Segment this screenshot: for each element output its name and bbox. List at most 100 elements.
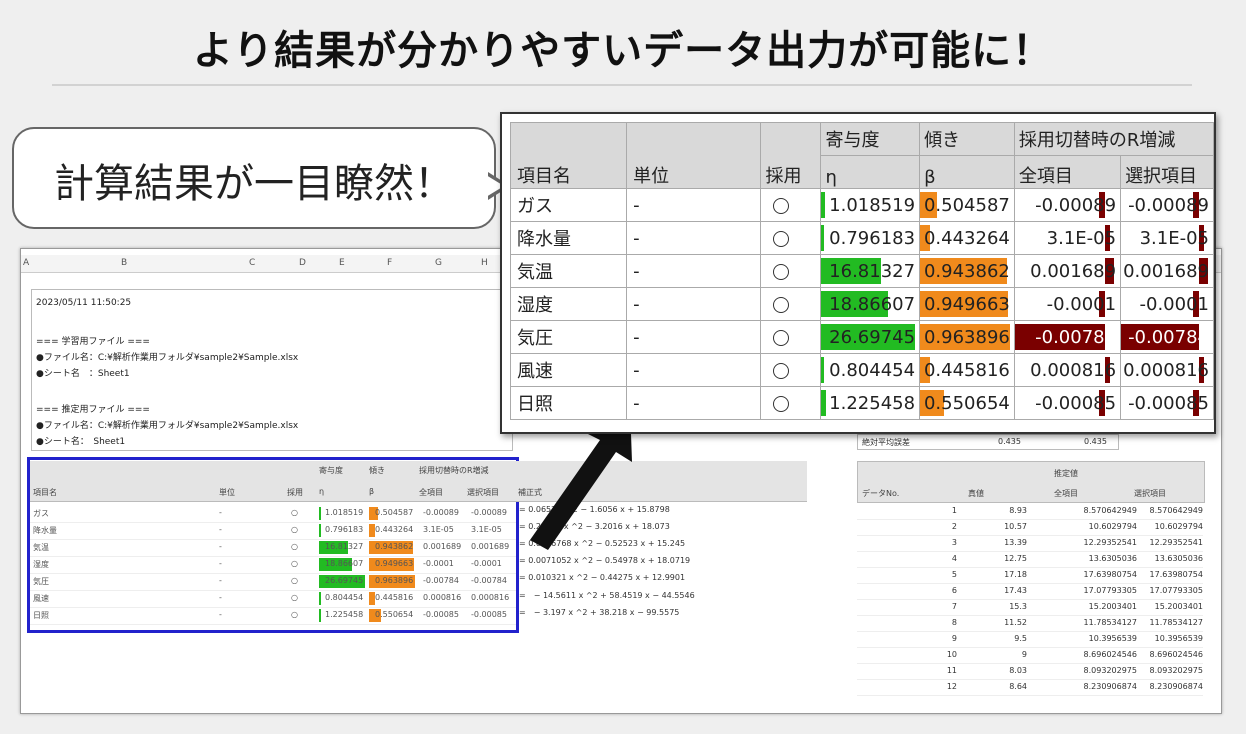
cell-r-all-value: -0.0001: [1046, 293, 1117, 315]
cell-unit-value: -: [633, 260, 640, 282]
adopt-circle-icon[interactable]: [773, 263, 790, 280]
estimate-cell-no: 12: [946, 682, 957, 691]
cell-slope-value: 0.504587: [923, 194, 1010, 216]
estimate-cell-sel: 15.2003401: [1154, 602, 1203, 611]
cell-contribution-value: 0.804454: [829, 359, 916, 381]
cell-adopt[interactable]: [760, 386, 822, 420]
cell-adopt[interactable]: [760, 320, 822, 354]
estimate-cell-actual: 9.5: [1014, 634, 1027, 643]
column-letter[interactable]: H: [481, 258, 488, 268]
estimate-cell-sel: 10.3956539: [1154, 634, 1203, 643]
estimate-cell-no: 4: [951, 554, 957, 563]
cell-r-all: -0.00085: [1013, 386, 1122, 420]
estimate-cell-sel: 10.6029794: [1154, 522, 1203, 531]
cell-item-name-value: 風速: [517, 361, 553, 382]
cell-r-all-value: 0.001689: [1030, 260, 1117, 282]
column-letter[interactable]: C: [249, 258, 255, 268]
estimate-cell-actual: 9: [1021, 650, 1027, 659]
adopt-circle-icon[interactable]: [773, 197, 790, 214]
log-line: === 学習用ファイル ===: [36, 337, 150, 347]
estimate-cell-all: 10.3956539: [1088, 634, 1137, 643]
cell-r-selected: -0.00085: [1120, 386, 1214, 420]
estimate-cell-actual: 8.03: [1009, 666, 1027, 675]
cell-r-selected: -0.00784: [1120, 320, 1214, 354]
cell-item-name: 風速: [509, 353, 628, 387]
cell-adopt[interactable]: [760, 221, 822, 255]
abs-error-label: 絶対平均誤差: [862, 438, 910, 447]
header-item-name: 項目名: [509, 122, 628, 189]
estimate-cell-no: 6: [951, 586, 957, 595]
column-letter[interactable]: A: [23, 258, 29, 268]
cell-adopt[interactable]: [760, 353, 822, 387]
column-letter[interactable]: F: [387, 258, 392, 268]
cell-contribution-value: 16.81327: [829, 260, 916, 282]
log-line: 2023/05/11 11:50:25: [36, 298, 132, 308]
cell-unit-value: -: [633, 227, 640, 249]
contribution-bar: [821, 357, 825, 383]
estimate-cell-sel: 8.696024546: [1149, 650, 1203, 659]
cell-item-name-value: 気圧: [517, 328, 553, 349]
cell-r-all: 3.1E-05: [1013, 221, 1122, 255]
estimate-cell-all: 8.093202975: [1083, 666, 1137, 675]
cell-r-selected: 0.000816: [1120, 353, 1214, 387]
cell-adopt[interactable]: [760, 287, 822, 321]
column-letter[interactable]: G: [435, 258, 442, 268]
cell-item-name: 気圧: [509, 320, 628, 354]
header-all-items: 全項目: [1013, 155, 1122, 189]
cell-item-name: 気温: [509, 254, 628, 288]
column-letter[interactable]: B: [121, 258, 127, 268]
cell-item-name-value: 湿度: [517, 295, 553, 316]
estimate-cell-no: 8: [951, 618, 957, 627]
cell-slope: 0.949663: [919, 287, 1015, 321]
callout-bubble: 計算結果が一目瞭然！: [12, 127, 496, 229]
cell-r-selected-value: 0.001689: [1123, 260, 1209, 282]
cell-item-name-value: ガス: [517, 196, 553, 217]
adopt-circle-icon[interactable]: [773, 395, 790, 412]
estimate-cell-all: 8.230906874: [1083, 682, 1137, 691]
log-line: ●シート名 ：Sheet1: [36, 369, 130, 379]
estimate-cell-actual: 17.43: [1004, 586, 1027, 595]
adopt-circle-icon[interactable]: [773, 362, 790, 379]
cell-contribution: 1.018519: [820, 188, 921, 222]
table-row: ガス - 1.018519 0.504587 -0.00089 -0.00089: [509, 188, 1214, 222]
cell-slope-value: 0.949663: [923, 293, 1010, 315]
column-letter[interactable]: D: [299, 258, 306, 268]
cell-unit: -: [626, 188, 762, 222]
formula-row: = − 14.5611 x ^2 + 58.4519 x − 44.5546: [519, 591, 695, 600]
contribution-bar: [821, 390, 826, 416]
column-letter[interactable]: E: [339, 258, 345, 268]
adopt-circle-icon[interactable]: [773, 296, 790, 313]
cell-item-name: 降水量: [509, 221, 628, 255]
cell-unit: -: [626, 320, 762, 354]
estimate-cell-all: 13.6305036: [1088, 554, 1137, 563]
estimate-cell-no: 7: [951, 602, 957, 611]
cell-item-name-value: 日照: [517, 394, 553, 415]
cell-r-all-value: -0.00085: [1035, 392, 1117, 414]
cell-unit: -: [626, 254, 762, 288]
cell-r-all: 0.000816: [1013, 353, 1122, 387]
cell-slope: 0.504587: [919, 188, 1015, 222]
estimate-cell-no: 5: [951, 570, 957, 579]
estimate-cell-no: 9: [951, 634, 957, 643]
cell-unit-value: -: [633, 293, 640, 315]
estimate-cell-all: 8.696024546: [1083, 650, 1137, 659]
cell-slope-value: 0.550654: [923, 392, 1010, 414]
cell-unit: -: [626, 221, 762, 255]
cell-adopt[interactable]: [760, 188, 822, 222]
formula-row: = 0.0071052 x ^2 − 0.54978 x + 18.0719: [519, 556, 691, 565]
estimate-row: 1 8.93 8.570642949 8.570642949: [857, 503, 1203, 520]
cell-adopt[interactable]: [760, 254, 822, 288]
estimate-cell-all: 17.07793305: [1083, 586, 1137, 595]
cell-item-name: ガス: [509, 188, 628, 222]
cell-slope: 0.943862: [919, 254, 1015, 288]
estimate-row: 10 9 8.696024546 8.696024546: [857, 647, 1203, 664]
cell-unit-value: -: [633, 359, 640, 381]
estimate-cell-no: 3: [951, 538, 957, 547]
adopt-circle-icon[interactable]: [773, 329, 790, 346]
adopt-circle-icon[interactable]: [773, 230, 790, 247]
estimate-row: 9 9.5 10.3956539 10.3956539: [857, 631, 1203, 648]
estimate-cell-no: 1: [951, 506, 957, 515]
cell-contribution-value: 0.796183: [829, 227, 916, 249]
estimate-cell-actual: 8.64: [1009, 682, 1027, 691]
estimate-cell-no: 11: [946, 666, 957, 675]
